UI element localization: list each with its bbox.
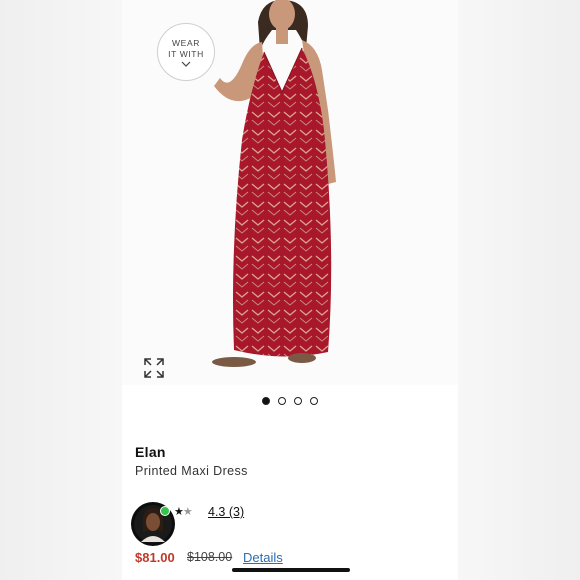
expand-arrows-icon[interactable] — [142, 356, 166, 380]
product-title: Printed Maxi Dress — [135, 464, 248, 478]
pagination-dot-2[interactable] — [278, 397, 286, 405]
star-rating: ★★ — [174, 505, 193, 518]
wear-it-with-button[interactable]: WEAR IT WITH — [157, 23, 215, 81]
wear-it-with-label-line2: IT WITH — [168, 49, 204, 59]
product-image[interactable]: WEAR IT WITH — [122, 0, 458, 385]
original-price: $108.00 — [187, 550, 233, 564]
rating-link[interactable]: 4.3 (3) — [208, 505, 244, 519]
background-left — [0, 0, 122, 580]
pagination-dot-3[interactable] — [294, 397, 302, 405]
chevron-down-icon — [181, 61, 191, 67]
online-status-indicator — [160, 506, 170, 516]
pagination-dot-4[interactable] — [310, 397, 318, 405]
details-link[interactable]: Details — [243, 550, 283, 565]
brand-name[interactable]: Elan — [135, 444, 166, 460]
sale-price: $81.00 — [135, 550, 175, 565]
pagination-dot-1[interactable] — [262, 397, 270, 405]
home-indicator[interactable] — [232, 568, 350, 572]
star-icon: ★ — [174, 506, 184, 518]
half-star-icon: ★ — [182, 506, 193, 518]
product-screen: WEAR IT WITH Elan Printed Maxi Dress ★★ … — [122, 0, 458, 580]
wear-it-with-label-line1: WEAR — [172, 38, 200, 48]
background-right — [458, 0, 580, 580]
image-pagination — [122, 397, 458, 405]
